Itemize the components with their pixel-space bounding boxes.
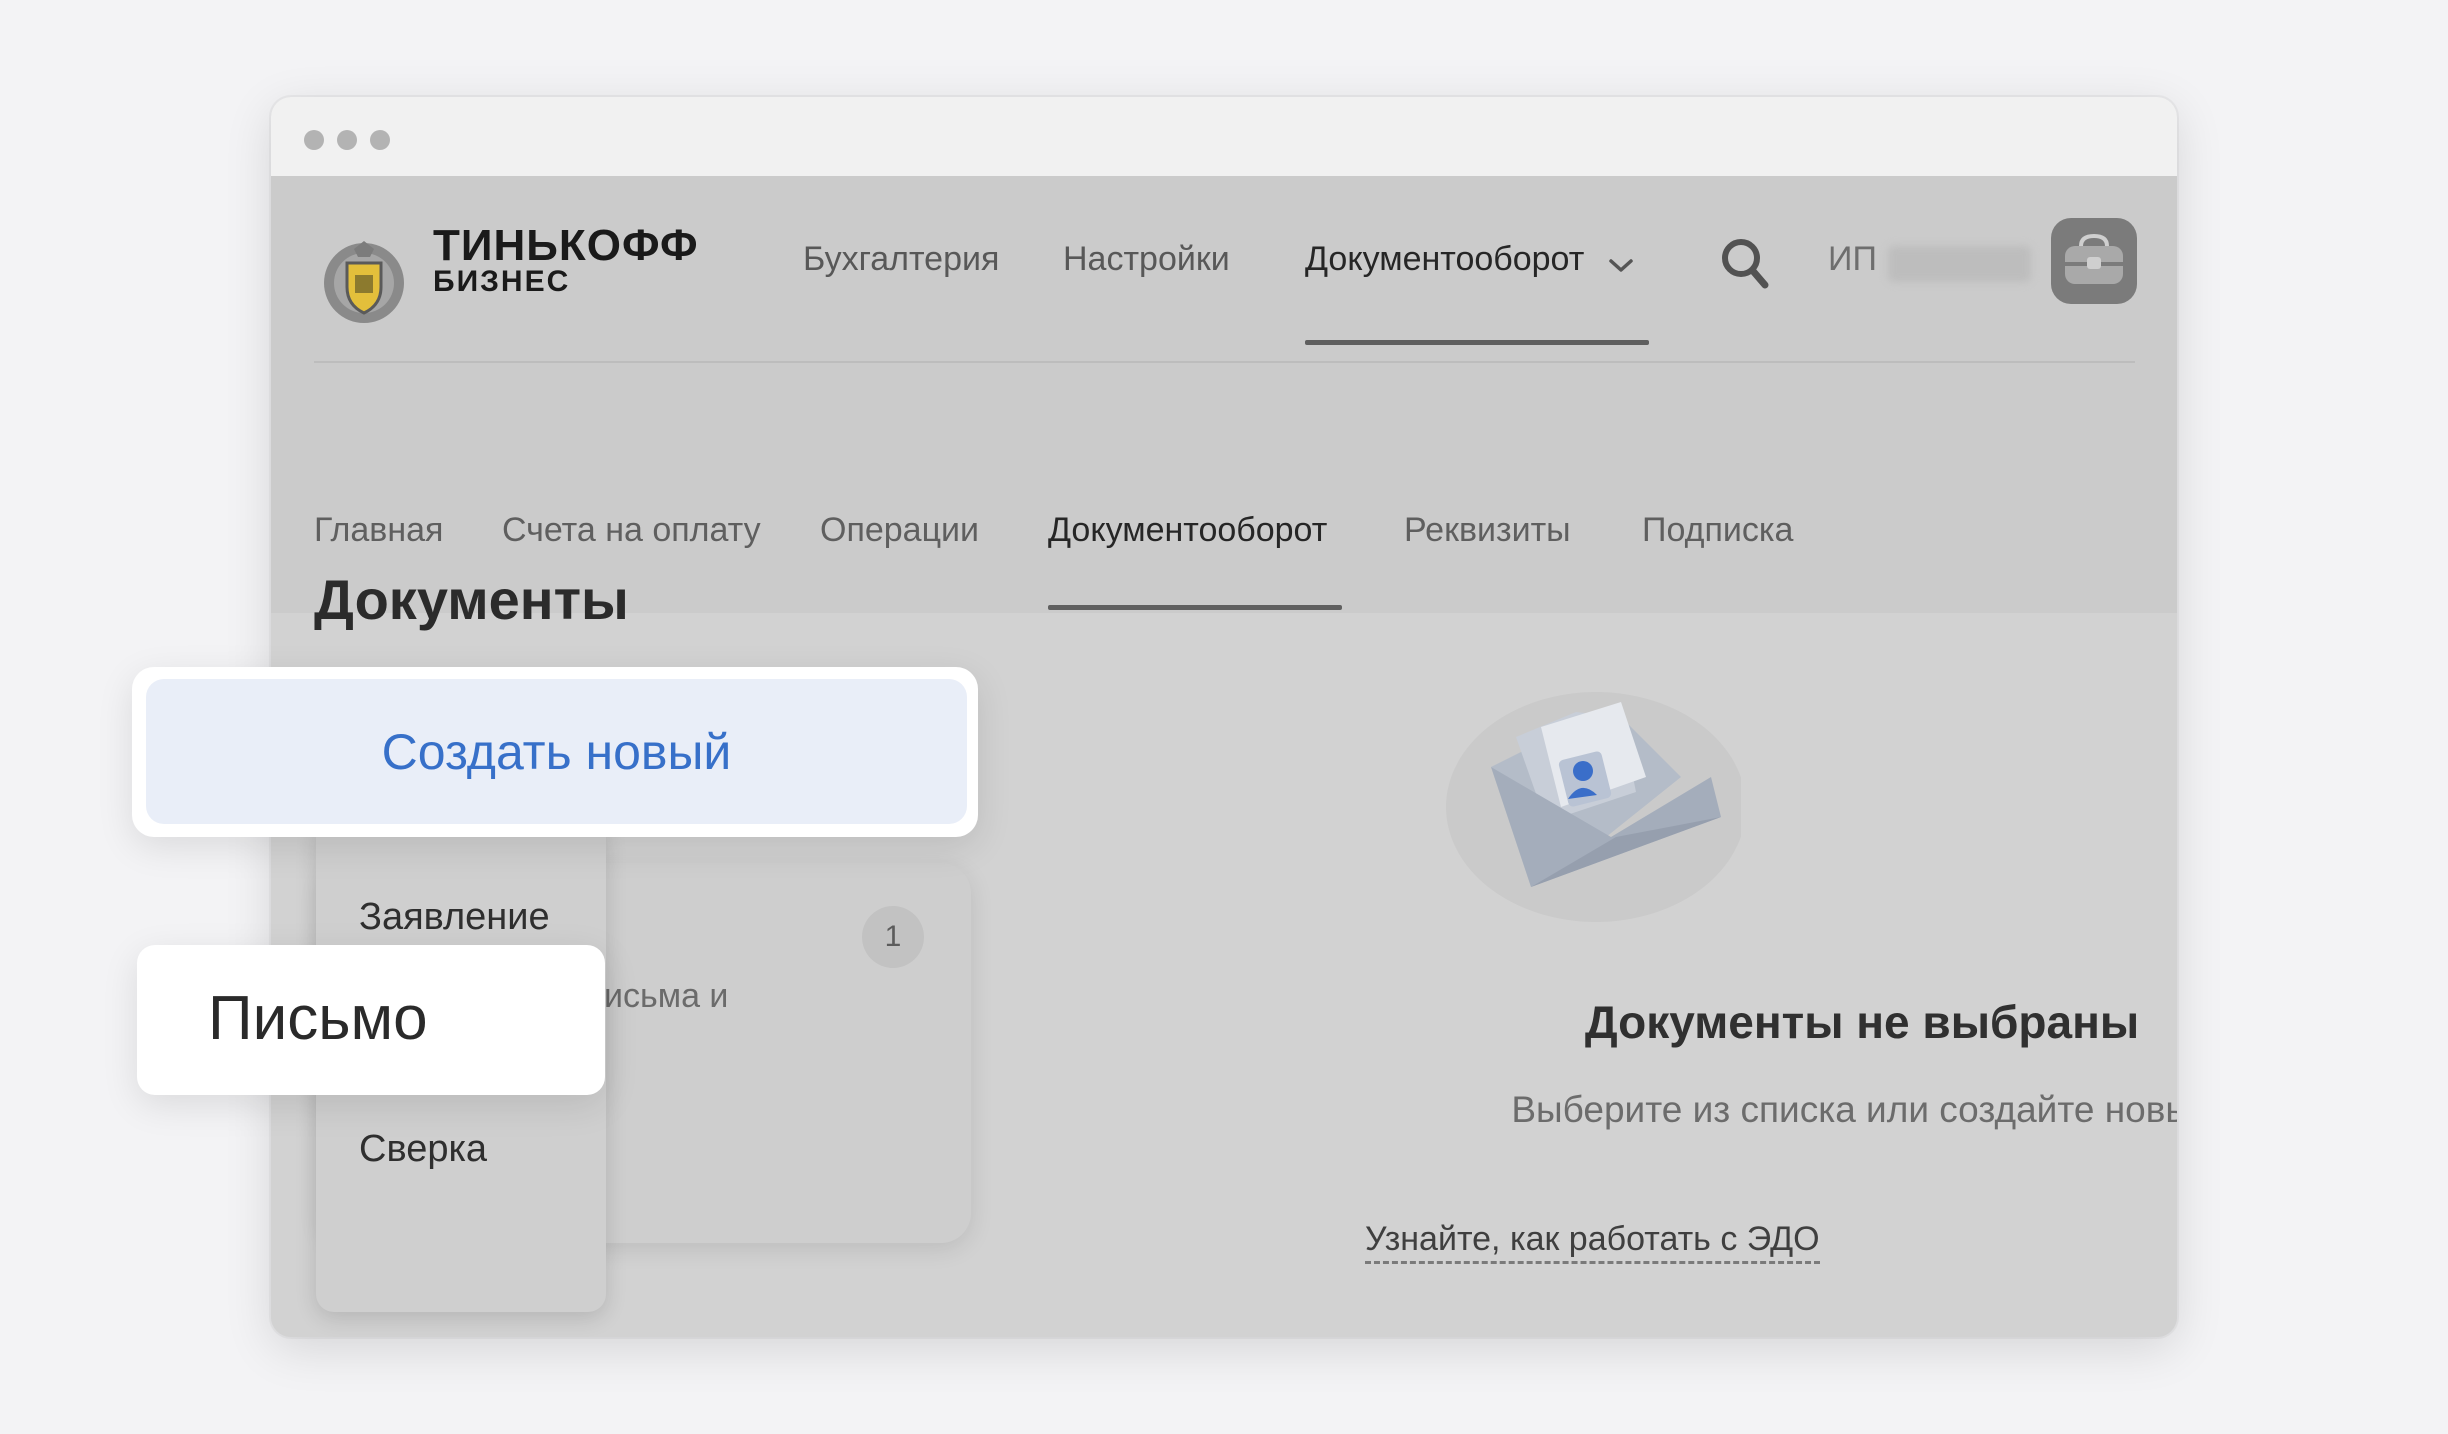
menu-item-letter-label: Письмо bbox=[208, 984, 428, 1053]
list-item-text: исьма и bbox=[604, 977, 729, 1015]
account-label[interactable]: ИП bbox=[1828, 240, 1877, 279]
search-icon[interactable] bbox=[1719, 236, 1771, 292]
menu-item-reconciliation[interactable]: Сверка bbox=[359, 1128, 487, 1171]
top-nav-accounting[interactable]: Бухгалтерия bbox=[803, 240, 999, 279]
window-dot[interactable] bbox=[337, 130, 357, 150]
tinkoff-crest-logo[interactable] bbox=[314, 235, 414, 325]
top-navigation bbox=[271, 176, 2177, 443]
menu-item-statement[interactable]: Заявление bbox=[359, 896, 550, 939]
count-badge: 1 bbox=[862, 906, 924, 968]
brand-subtitle: БИЗНЕС bbox=[433, 265, 571, 298]
empty-state-title: Документы не выбраны bbox=[1584, 996, 2140, 1048]
window-dot[interactable] bbox=[304, 130, 324, 150]
empty-state-subtitle: Выберите из списка или создайте новый bbox=[1511, 1089, 2177, 1130]
account-name-redacted bbox=[1888, 246, 2031, 282]
menu-item-letter[interactable]: Письмо bbox=[137, 945, 605, 1095]
active-tab-indicator bbox=[1305, 340, 1649, 345]
page-title: Документы bbox=[314, 568, 629, 631]
tab-requisites[interactable]: Реквизиты bbox=[1404, 511, 1571, 550]
tab-home[interactable]: Главная bbox=[314, 511, 443, 550]
window-dot[interactable] bbox=[370, 130, 390, 150]
brand-name: ТИНЬКОФФ bbox=[433, 221, 699, 270]
briefcase-icon[interactable] bbox=[2051, 218, 2137, 304]
chevron-down-icon[interactable] bbox=[1608, 257, 1634, 275]
window-titlebar bbox=[271, 97, 2177, 177]
top-nav-documents[interactable]: Документооборот bbox=[1305, 240, 1584, 279]
envelope-icon bbox=[1446, 692, 1741, 922]
tab-documents[interactable]: Документооборот bbox=[1048, 511, 1327, 550]
top-nav-settings[interactable]: Настройки bbox=[1063, 240, 1230, 279]
create-new-button[interactable]: Создать новый bbox=[146, 679, 967, 824]
active-tab-indicator bbox=[1048, 605, 1342, 610]
tab-invoices[interactable]: Счета на оплату bbox=[502, 511, 761, 550]
edo-help-link[interactable]: Узнайте, как работать с ЭДО bbox=[1365, 1220, 1820, 1264]
nav-divider bbox=[314, 361, 2135, 363]
tab-operations[interactable]: Операции bbox=[820, 511, 979, 550]
tab-subscription[interactable]: Подписка bbox=[1642, 511, 1793, 550]
